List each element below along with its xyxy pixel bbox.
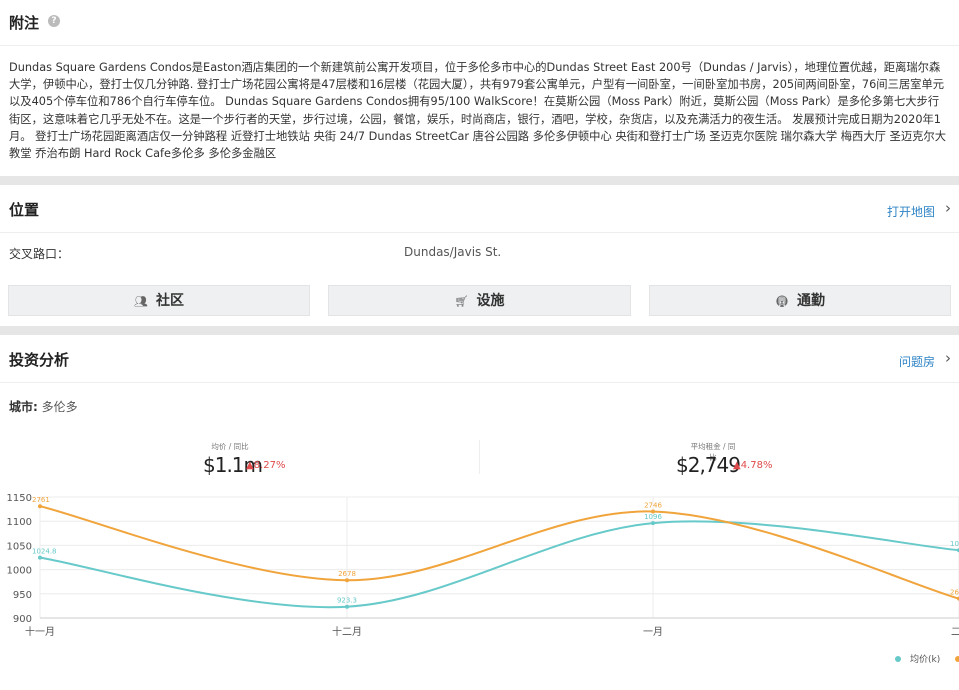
price-rent-chart: 900 950 1000 1050 1100 1150 十一月 十二月 一月 二月 1024.8 92… bbox=[7, 493, 959, 638]
rent-series-point bbox=[651, 509, 655, 514]
rent-series-data-label: 2678 bbox=[338, 570, 356, 578]
commute-label: 通勤 bbox=[796, 293, 825, 309]
legend-swatch-rent bbox=[955, 656, 959, 662]
notes-title: 附注 bbox=[9, 14, 40, 32]
intersection-value: Dundas/Javis St. bbox=[404, 245, 502, 259]
stat-divider bbox=[479, 440, 480, 474]
community-button[interactable]: 👥︎ 社区 bbox=[8, 285, 310, 316]
city-label: 城市: bbox=[9, 400, 38, 414]
open-map-link[interactable]: 打开地图 bbox=[887, 203, 935, 220]
investment-title: 投资分析 bbox=[9, 351, 70, 369]
cart-icon: 🛒︎ bbox=[454, 295, 469, 308]
commute-button[interactable]: 🚇︎ 通勤 bbox=[649, 285, 951, 316]
facilities-label: 设施 bbox=[476, 293, 505, 309]
rent-series-point bbox=[38, 504, 42, 509]
project-description: Dundas Square Gardens Condos是Easton酒店集团的… bbox=[9, 61, 947, 161]
avg-rent-change: ▲4.78% bbox=[733, 460, 773, 471]
price-series-point bbox=[38, 555, 42, 560]
y-tick-label: 1050 bbox=[7, 541, 32, 552]
avg-price-change: ▲8.27% bbox=[246, 460, 286, 471]
legend-swatch-price bbox=[895, 656, 901, 662]
rent-series-data-label: 2761 bbox=[32, 496, 50, 504]
legend-price[interactable]: 均价(k) bbox=[910, 652, 940, 665]
y-tick-label: 950 bbox=[13, 590, 32, 601]
city-value: 多伦多 bbox=[41, 400, 78, 414]
chevron-right-icon[interactable]: › bbox=[945, 349, 951, 367]
section-divider bbox=[0, 326, 959, 335]
intersection-label: 交叉路口： bbox=[9, 247, 70, 261]
rent-series-point bbox=[345, 578, 349, 583]
chevron-right-icon[interactable]: › bbox=[945, 199, 951, 217]
x-tick-label: 十二月 bbox=[332, 625, 362, 638]
rent-series-line bbox=[39, 505, 959, 600]
facilities-button[interactable]: 🛒︎ 设施 bbox=[328, 285, 631, 316]
community-label: 社区 bbox=[155, 293, 184, 309]
city-row: 城市: 多伦多 bbox=[9, 398, 78, 415]
y-tick-label: 1100 bbox=[7, 517, 32, 528]
price-series-data-label: 10 bbox=[950, 540, 959, 548]
price-series-data-label: 1096 bbox=[644, 513, 662, 521]
y-tick-label: 1000 bbox=[7, 566, 32, 577]
price-series-point bbox=[651, 521, 655, 526]
rent-series-data-label: 26 bbox=[950, 589, 959, 597]
x-tick-label: 二月 bbox=[951, 626, 959, 638]
investment-header: 投资分析 问题房 › bbox=[0, 337, 959, 383]
rent-series-data-label: 2746 bbox=[644, 502, 662, 510]
price-series-data-label: 923.3 bbox=[337, 597, 357, 605]
price-series-data-label: 1024.8 bbox=[32, 548, 57, 556]
question-house-link[interactable]: 问题房 bbox=[899, 353, 935, 370]
x-tick-label: 一月 bbox=[643, 626, 663, 638]
section-divider bbox=[0, 176, 959, 185]
location-title: 位置 bbox=[9, 201, 40, 219]
notes-header: 附注 ? bbox=[0, 0, 959, 46]
location-header: 位置 打开地图 › bbox=[0, 187, 959, 233]
transit-icon: 🚇︎ bbox=[775, 295, 789, 308]
x-tick-label: 十一月 bbox=[25, 625, 55, 638]
avg-price-label: 均价 / 同比 bbox=[211, 442, 249, 451]
price-series-point bbox=[345, 604, 349, 609]
y-tick-label: 1150 bbox=[7, 493, 32, 504]
price-series-line bbox=[39, 520, 959, 609]
avg-rent-value: $2,749 bbox=[676, 453, 741, 477]
question-icon[interactable]: ? bbox=[48, 15, 60, 27]
people-icon: 👥︎ bbox=[134, 295, 148, 308]
y-tick-label: 900 bbox=[13, 614, 32, 625]
